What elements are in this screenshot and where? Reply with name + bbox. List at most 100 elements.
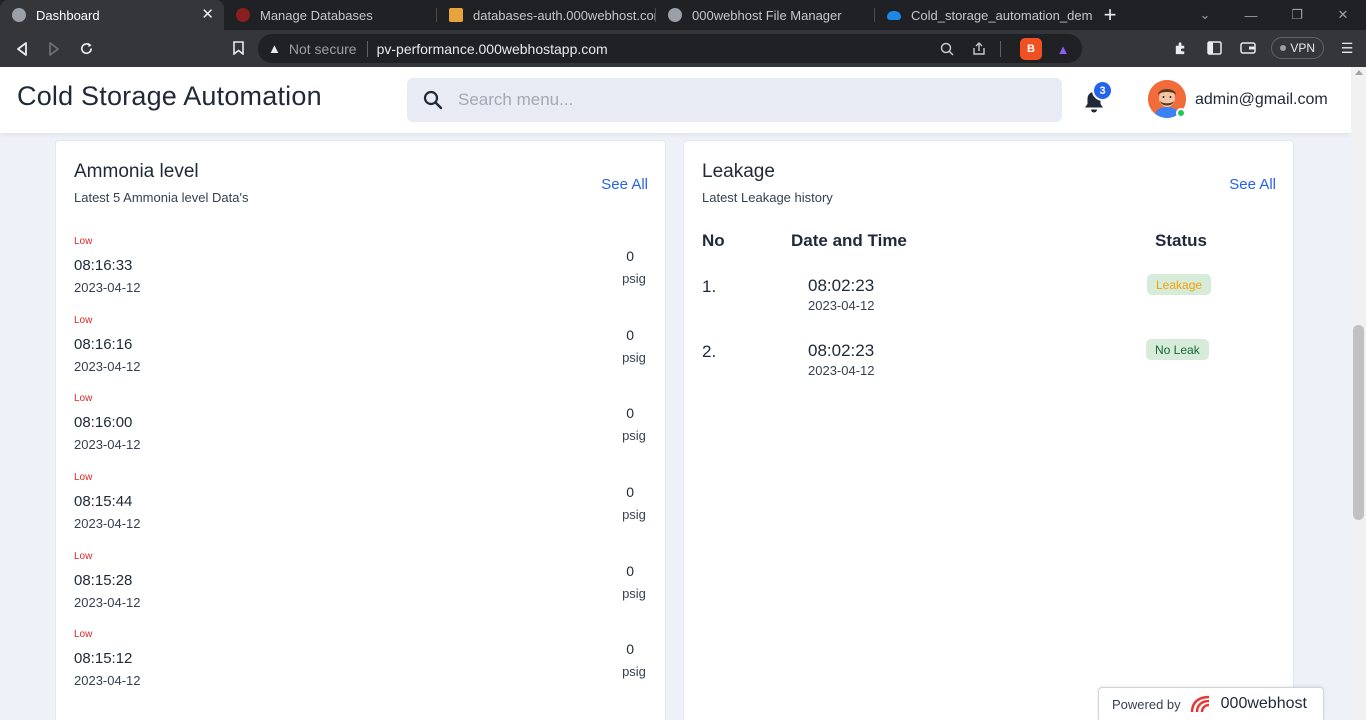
reading-unit: psig [622, 428, 646, 443]
tab-manage-databases[interactable]: Manage Databases [224, 0, 436, 30]
scroll-up-arrow[interactable] [1355, 70, 1363, 75]
reload-button[interactable] [70, 33, 102, 65]
level-label: Low [74, 236, 93, 247]
globe-icon [12, 8, 26, 22]
wallet-icon[interactable] [1237, 34, 1259, 62]
reading-time: 08:15:44 [74, 493, 133, 510]
row-number: 1. [702, 277, 717, 296]
vpn-button[interactable]: VPN [1271, 37, 1324, 59]
restore-button[interactable]: ❐ [1274, 0, 1320, 30]
extensions-icon[interactable] [1169, 34, 1191, 62]
url-text[interactable]: pv-performance.000webhostapp.com [377, 41, 608, 57]
browser-tab-strip: Dashboard ✕ Manage Databases databases-a… [0, 0, 1366, 30]
tab-search-icon[interactable]: ⌄ [1182, 0, 1228, 30]
tab-label: Manage Databases [260, 7, 373, 23]
tab-dashboard[interactable]: Dashboard ✕ [0, 0, 224, 30]
see-all-link[interactable]: See All [601, 176, 648, 193]
reading-time: 08:15:12 [74, 650, 133, 667]
security-label[interactable]: Not secure [289, 41, 357, 57]
zoom-icon[interactable] [936, 38, 958, 60]
row-date: 2023-04-12 [808, 298, 875, 313]
reading-value: 0 [626, 563, 634, 579]
tab-file-manager[interactable]: 000webhost File Manager [656, 0, 874, 30]
vpn-label: VPN [1290, 41, 1315, 55]
tab-label: 000webhost File Manager [692, 7, 842, 23]
vpn-status-dot [1280, 45, 1287, 51]
toolbar-right: VPN ☰ [1169, 34, 1358, 62]
tab-databases-auth[interactable]: databases-auth.000webhost.com / [437, 0, 655, 30]
column-header-no: No [702, 231, 725, 250]
brave-shields-icon[interactable]: B [1020, 38, 1042, 60]
address-bar[interactable]: ▲ Not secure pv-performance.000webhostap… [258, 34, 1082, 63]
000webhost-logo-icon [1190, 695, 1209, 713]
reading-time: 08:15:28 [74, 572, 133, 589]
reading-time: 08:16:33 [74, 257, 133, 274]
sidebar-icon[interactable] [1203, 34, 1225, 62]
search-input[interactable] [458, 90, 1018, 110]
back-button[interactable] [6, 33, 38, 65]
powered-by-badge[interactable]: Powered by 000webhost [1098, 687, 1324, 720]
reading-value: 0 [626, 405, 634, 421]
card-subtitle: Latest Leakage history [702, 190, 833, 205]
000webhost-icon [236, 8, 250, 22]
reading-date: 2023-04-12 [74, 359, 141, 374]
globe-icon [668, 8, 682, 22]
reading-value: 0 [626, 248, 634, 264]
menu-icon[interactable]: ☰ [1336, 34, 1358, 62]
brave-rewards-icon[interactable]: ▲ [1052, 38, 1074, 60]
level-label: Low [74, 393, 93, 404]
share-icon[interactable] [968, 38, 990, 60]
card-title: Leakage [702, 161, 775, 182]
page-title: Cold Storage Automation [17, 81, 322, 111]
reading-date: 2023-04-12 [74, 516, 141, 531]
page-viewport: Cold Storage Automation 3 admin@gmail.co… [0, 67, 1366, 720]
tab-onedrive[interactable]: Cold_storage_automation_demo - [875, 0, 1093, 30]
list-item: Low 08:16:00 2023-04-12 0 psig [74, 393, 649, 463]
status-badge: No Leak [1146, 339, 1209, 360]
close-tab-icon[interactable]: ✕ [201, 7, 214, 22]
address-bar-actions: B ▲ [936, 38, 1074, 60]
reading-date: 2023-04-12 [74, 673, 141, 688]
leakage-card: Leakage Latest Leakage history See All N… [683, 140, 1294, 720]
level-label: Low [74, 551, 93, 562]
list-item: Low 08:15:12 2023-04-12 0 psig [74, 629, 649, 699]
app-header: Cold Storage Automation 3 admin@gmail.co… [0, 67, 1351, 133]
search-icon [423, 90, 443, 110]
status-badge: Leakage [1147, 274, 1212, 295]
forward-button[interactable] [38, 33, 70, 65]
reading-unit: psig [622, 586, 646, 601]
brand-name: 000webhost [1220, 695, 1307, 712]
ammonia-level-card: Ammonia level Latest 5 Ammonia level Dat… [55, 140, 666, 720]
table-row: 1. 08:02:23 2023-04-12 Leakage [684, 267, 1295, 317]
level-label: Low [74, 629, 93, 640]
row-time: 08:02:23 [808, 276, 875, 295]
close-window-button[interactable]: ✕ [1320, 0, 1366, 30]
minimize-button[interactable]: — [1228, 0, 1274, 30]
reading-time: 08:16:16 [74, 336, 133, 353]
reading-value: 0 [626, 641, 634, 657]
column-header-datetime: Date and Time [791, 231, 907, 250]
tab-label: Dashboard [36, 7, 100, 23]
reading-date: 2023-04-12 [74, 280, 141, 295]
warning-icon[interactable]: ▲ [268, 41, 281, 56]
reading-unit: psig [622, 664, 646, 679]
search-bar[interactable] [407, 78, 1062, 122]
window-controls: ⌄ — ❐ ✕ [1182, 0, 1366, 30]
see-all-link[interactable]: See All [1229, 176, 1276, 193]
card-subtitle: Latest 5 Ammonia level Data's [74, 190, 249, 205]
notification-badge[interactable]: 3 [1092, 80, 1113, 101]
reading-unit: psig [622, 350, 646, 365]
scrollbar-thumb[interactable] [1353, 325, 1364, 520]
bookmark-icon[interactable] [222, 32, 254, 64]
reading-value: 0 [626, 327, 634, 343]
list-item: Low 08:16:16 2023-04-12 0 psig [74, 315, 649, 385]
scrollbar[interactable] [1351, 67, 1366, 720]
row-number: 2. [702, 342, 717, 361]
user-email[interactable]: admin@gmail.com [1195, 91, 1328, 109]
browser-toolbar: ▲ Not secure pv-performance.000webhostap… [0, 30, 1366, 67]
new-tab-button[interactable]: + [1093, 0, 1127, 30]
online-status-dot [1176, 108, 1186, 118]
level-label: Low [74, 472, 93, 483]
level-label: Low [74, 315, 93, 326]
reading-time: 08:16:00 [74, 414, 133, 431]
